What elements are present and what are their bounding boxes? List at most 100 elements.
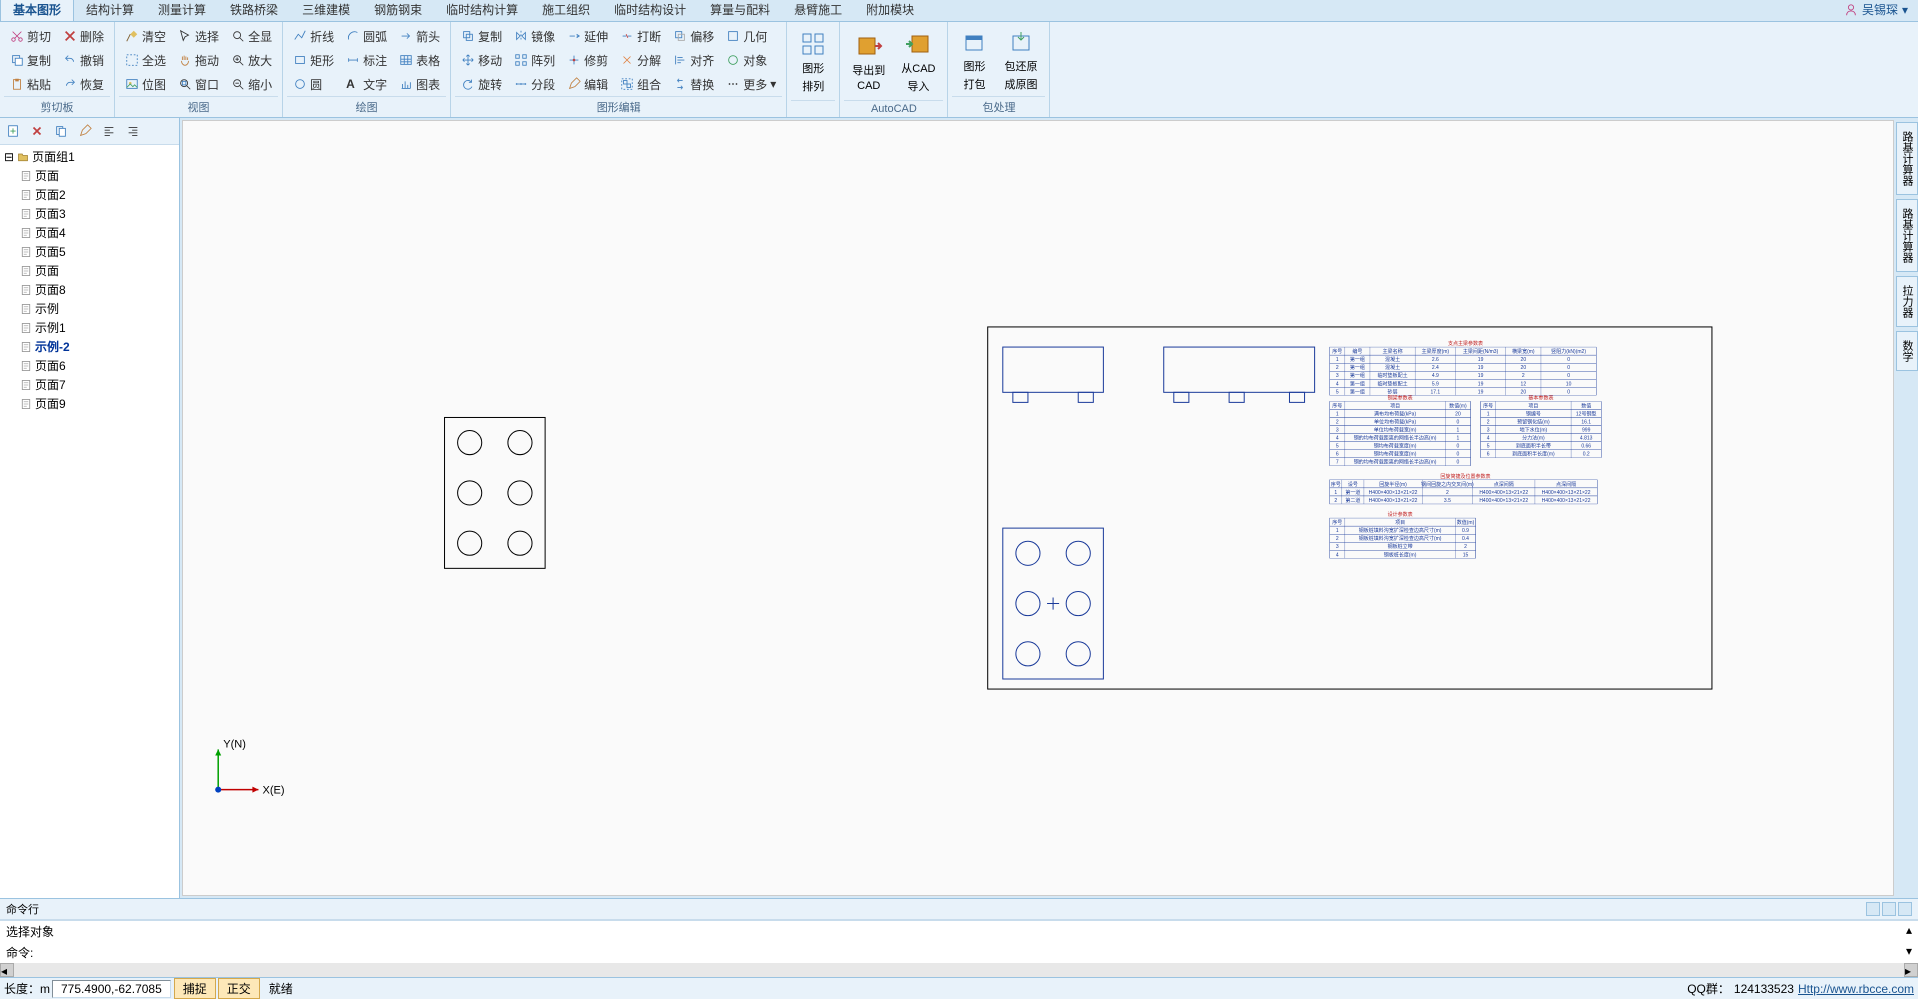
command-prompt[interactable]: 命令: ▾: [0, 942, 1918, 963]
tab-cantilever[interactable]: 悬臂施工: [782, 0, 854, 21]
chart-button[interactable]: 图表: [395, 74, 444, 95]
move-button[interactable]: 移动: [457, 50, 506, 71]
arrow-button[interactable]: 箭头: [395, 26, 444, 47]
zoom-extents-button[interactable]: 全显: [227, 26, 276, 47]
tab-railway-bridge[interactable]: 铁路桥梁: [218, 0, 290, 21]
tab-temp-struct-design[interactable]: 临时结构设计: [602, 0, 698, 21]
new-page-button[interactable]: [2, 120, 24, 142]
copy-page-button[interactable]: [50, 120, 72, 142]
tab-addon[interactable]: 附加模块: [854, 0, 926, 21]
polyline-button[interactable]: 折线: [289, 26, 338, 47]
tab-structure-calc[interactable]: 结构计算: [74, 0, 146, 21]
rotate-button[interactable]: 旋转: [457, 74, 506, 95]
scroll-down-icon[interactable]: ▾: [1906, 944, 1912, 961]
more-button[interactable]: 更多 ▾: [722, 74, 780, 95]
circle-button[interactable]: 圆: [289, 74, 338, 95]
trim-button[interactable]: 修剪: [563, 50, 612, 71]
select-all-button[interactable]: 全选: [121, 50, 170, 71]
tree-page-item[interactable]: 页面6: [2, 356, 177, 375]
tree-page-item[interactable]: 页面7: [2, 375, 177, 394]
object-button[interactable]: 对象: [722, 50, 780, 71]
geometry-button[interactable]: 几何: [722, 26, 780, 47]
tree-page-item[interactable]: 页面3: [2, 204, 177, 223]
align-right-button[interactable]: [122, 120, 144, 142]
side-panel-4[interactable]: 数学: [1896, 331, 1918, 371]
side-panel-1[interactable]: 路基计算器: [1896, 122, 1918, 195]
broom-icon: [125, 29, 139, 43]
offset-button[interactable]: 偏移: [669, 26, 718, 47]
extend-button[interactable]: 延伸: [563, 26, 612, 47]
tree-page-item[interactable]: 页面5: [2, 242, 177, 261]
tree-page-item[interactable]: 示例-2: [2, 337, 177, 356]
scroll-left-button[interactable]: ◂: [0, 963, 14, 977]
export-cad-button[interactable]: 导出到 CAD: [844, 24, 893, 100]
side-panel-3[interactable]: 拉力器: [1896, 276, 1918, 327]
close-panel-button[interactable]: [1898, 902, 1912, 916]
copy2-button[interactable]: 复制: [457, 26, 506, 47]
svg-text:钢均布荷载宽度(m): 钢均布荷载宽度(m): [1374, 443, 1417, 450]
group-button[interactable]: 组合: [616, 74, 665, 95]
tab-temp-struct-calc[interactable]: 临时结构计算: [434, 0, 530, 21]
zoom-out-button[interactable]: 缩小: [227, 74, 276, 95]
tree-page-item[interactable]: 页面4: [2, 223, 177, 242]
rectangle-button[interactable]: 矩形: [289, 50, 338, 71]
delete-page-button[interactable]: [26, 120, 48, 142]
array-button[interactable]: 阵列: [510, 50, 559, 71]
break-button[interactable]: 打断: [616, 26, 665, 47]
edit-page-button[interactable]: [74, 120, 96, 142]
edit-button[interactable]: 编辑: [563, 74, 612, 95]
drawing-canvas[interactable]: 支点主梁参数表 序号编号主梁名称主梁厚度(m)主梁间距(N/m3)横梁宽(m)竖…: [182, 120, 1894, 896]
delete-button[interactable]: 删除: [59, 26, 108, 47]
svg-text:序号: 序号: [1332, 402, 1342, 409]
arc-button[interactable]: 圆弧: [342, 26, 391, 47]
undo-button[interactable]: 撤销: [59, 50, 108, 71]
tab-rebar[interactable]: 钢筋钢束: [362, 0, 434, 21]
tab-measure-calc[interactable]: 测量计算: [146, 0, 218, 21]
segment-button[interactable]: 分段: [510, 74, 559, 95]
tab-quantity[interactable]: 算量与配料: [698, 0, 782, 21]
clear-button[interactable]: 清空: [121, 26, 170, 47]
minimize-panel-button[interactable]: [1866, 902, 1880, 916]
bitmap-button[interactable]: 位图: [121, 74, 170, 95]
copy-button[interactable]: 复制: [6, 50, 55, 71]
tree-page-item[interactable]: 示例1: [2, 318, 177, 337]
arrange-button[interactable]: 图形 排列: [791, 24, 835, 100]
tree-page-item[interactable]: 页面2: [2, 185, 177, 204]
tree-page-item[interactable]: 页面8: [2, 280, 177, 299]
align-left-button[interactable]: [98, 120, 120, 142]
svg-text:H400×400×13×21×22: H400×400×13×21×22: [1479, 490, 1528, 496]
mirror-button[interactable]: 镜像: [510, 26, 559, 47]
cut-button[interactable]: 剪切: [6, 26, 55, 47]
table-button[interactable]: 表格: [395, 50, 444, 71]
pack-button[interactable]: 图形 打包: [952, 24, 996, 96]
text-button[interactable]: A文字: [342, 74, 391, 95]
side-panel-2[interactable]: 路基计算器: [1896, 199, 1918, 272]
align-button[interactable]: 对齐: [669, 50, 718, 71]
tree-page-item[interactable]: 页面: [2, 261, 177, 280]
tree-page-item[interactable]: 页面9: [2, 394, 177, 413]
zoom-in-button[interactable]: 放大: [227, 50, 276, 71]
dimension-button[interactable]: 标注: [342, 50, 391, 71]
tree-root[interactable]: ⊟ 页面组1: [2, 147, 177, 166]
scroll-up-icon[interactable]: ▴: [1906, 923, 1912, 940]
import-cad-button[interactable]: 从CAD 导入: [893, 24, 943, 100]
explode-button[interactable]: 分解: [616, 50, 665, 71]
snap-toggle[interactable]: 捕捉: [174, 978, 216, 999]
unpack-button[interactable]: 包还原 成原图: [996, 24, 1045, 96]
maximize-panel-button[interactable]: [1882, 902, 1896, 916]
redo-button[interactable]: 恢复: [59, 74, 108, 95]
ortho-toggle[interactable]: 正交: [218, 978, 260, 999]
website-link[interactable]: Http://www.rbcce.com: [1798, 982, 1914, 996]
tab-basic-shapes[interactable]: 基本图形: [0, 0, 74, 21]
tree-page-item[interactable]: 页面: [2, 166, 177, 185]
replace-button[interactable]: 替换: [669, 74, 718, 95]
drag-button[interactable]: 拖动: [174, 50, 223, 71]
tab-3d-model[interactable]: 三维建模: [290, 0, 362, 21]
paste-button[interactable]: 粘贴: [6, 74, 55, 95]
scroll-right-button[interactable]: ▸: [1904, 963, 1918, 977]
window-button[interactable]: 窗口: [174, 74, 223, 95]
tab-construction-org[interactable]: 施工组织: [530, 0, 602, 21]
select-button[interactable]: 选择: [174, 26, 223, 47]
tree-page-item[interactable]: 示例: [2, 299, 177, 318]
user-area[interactable]: 吴锡琛 ▾: [1834, 0, 1918, 21]
